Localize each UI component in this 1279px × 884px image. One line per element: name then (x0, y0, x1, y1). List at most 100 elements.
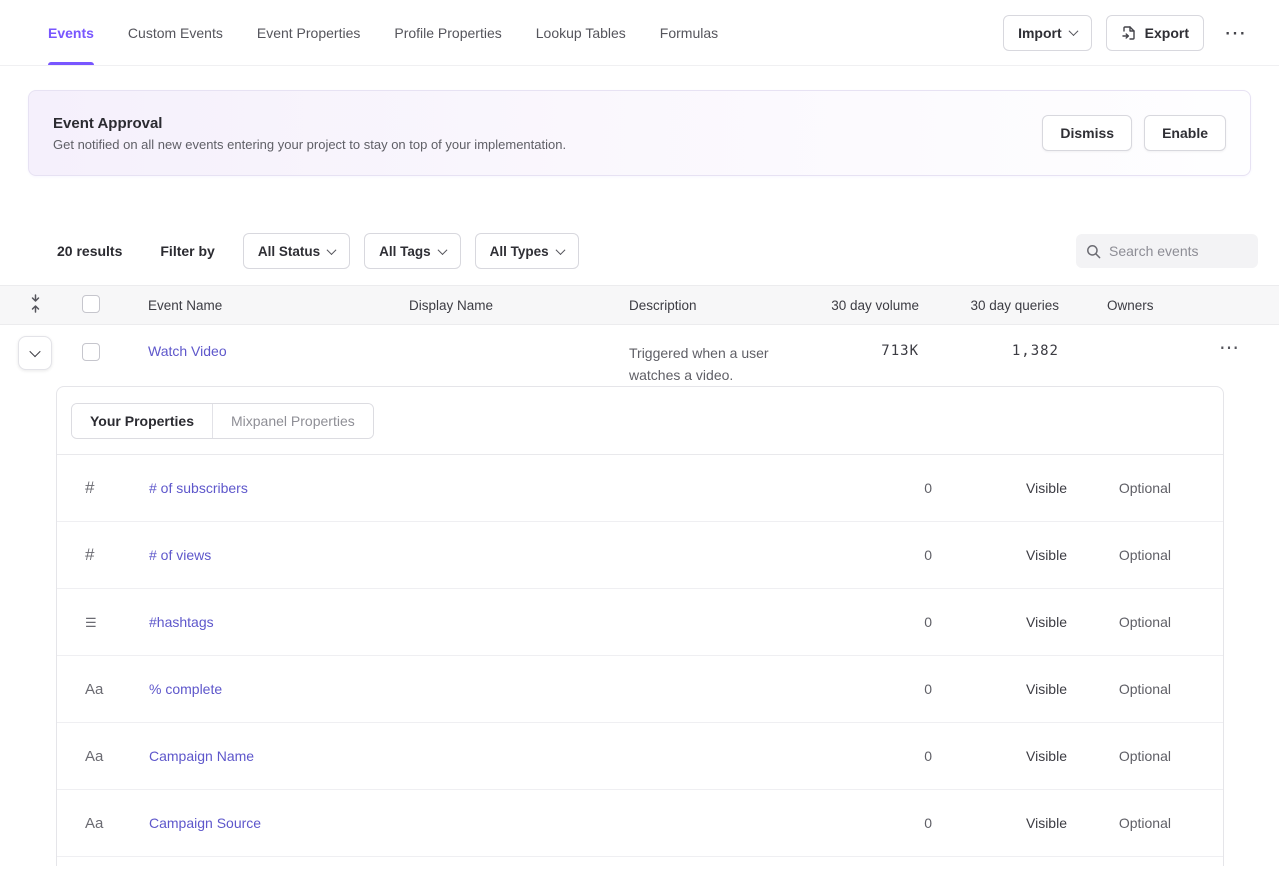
export-button-label: Export (1145, 25, 1189, 41)
banner-text: Event Approval Get notified on all new e… (53, 115, 566, 152)
event-name-cell: Watch Video (148, 325, 409, 359)
row-checkbox-cell (64, 325, 148, 364)
expander-cell (0, 325, 64, 370)
property-row: Aa % complete 0 Visible Optional (57, 656, 1223, 723)
property-count: 0 (747, 547, 932, 563)
property-type-cell: Aa (77, 815, 149, 832)
property-name-link[interactable]: # of views (149, 547, 211, 563)
text-type-icon: Aa (85, 748, 103, 765)
property-requirement[interactable]: Optional (1067, 748, 1171, 764)
property-visibility[interactable]: Visible (932, 815, 1067, 831)
more-options-button[interactable]: ⋯ (1218, 18, 1253, 48)
tab-event-properties[interactable]: Event Properties (257, 0, 361, 65)
property-requirement[interactable]: Optional (1067, 547, 1171, 563)
tab-label: Your Properties (90, 413, 194, 429)
property-name-cell: #hashtags (149, 614, 747, 630)
column-30-day-volume: 30 day volume (829, 298, 939, 313)
tab-formulas[interactable]: Formulas (660, 0, 718, 65)
tab-events[interactable]: Events (48, 0, 94, 65)
filter-dropdowns: All Status All Tags All Types (243, 233, 579, 269)
property-name-link[interactable]: % complete (149, 681, 222, 697)
property-visibility[interactable]: Visible (932, 547, 1067, 563)
import-button[interactable]: Import (1003, 15, 1092, 51)
event-approval-banner: Event Approval Get notified on all new e… (28, 90, 1251, 176)
property-requirement[interactable]: Optional (1067, 614, 1171, 630)
property-row: ☰ #hashtags 0 Visible Optional (57, 589, 1223, 656)
search-box[interactable] (1076, 234, 1258, 268)
row-checkbox[interactable] (82, 343, 100, 361)
status-filter-dropdown[interactable]: All Status (243, 233, 350, 269)
banner-title: Event Approval (53, 115, 566, 132)
property-requirement[interactable]: Optional (1067, 480, 1171, 496)
collapse-all-icon[interactable] (28, 294, 43, 313)
properties-panel-tabs: Your Properties Mixpanel Properties (71, 403, 374, 439)
export-button[interactable]: Export (1106, 15, 1204, 51)
tab-mixpanel-properties[interactable]: Mixpanel Properties (212, 404, 373, 438)
property-visibility[interactable]: Visible (932, 681, 1067, 697)
property-count: 0 (747, 681, 932, 697)
property-requirement[interactable]: Optional (1067, 815, 1171, 831)
property-name-cell: Campaign Source (149, 815, 747, 831)
select-all-checkbox[interactable] (82, 295, 100, 313)
enable-button[interactable]: Enable (1144, 115, 1226, 151)
property-name-cell: Campaign Name (149, 748, 747, 764)
number-type-icon: # (85, 545, 94, 565)
event-name-link[interactable]: Watch Video (148, 343, 227, 359)
property-visibility[interactable]: Visible (932, 748, 1067, 764)
number-type-icon: # (85, 478, 94, 498)
chevron-down-icon (555, 245, 565, 255)
text-type-icon: Aa (85, 815, 103, 832)
property-count: 0 (747, 815, 932, 831)
chevron-down-icon (29, 346, 40, 357)
property-visibility[interactable]: Visible (932, 480, 1067, 496)
dismiss-button[interactable]: Dismiss (1042, 115, 1132, 151)
banner-description: Get notified on all new events entering … (53, 137, 566, 152)
property-row: # # of views 0 Visible Optional (57, 522, 1223, 589)
queries-cell: 1,382 (939, 325, 1079, 359)
property-type-cell: # (77, 478, 149, 498)
nav-actions: Import Export ⋯ (1003, 0, 1279, 65)
select-all-cell (64, 295, 148, 316)
property-name-link[interactable]: Campaign Name (149, 748, 254, 764)
tags-filter-dropdown[interactable]: All Tags (364, 233, 461, 269)
property-visibility[interactable]: Visible (932, 614, 1067, 630)
property-name-link[interactable]: # of subscribers (149, 480, 248, 496)
nav-tabs: Events Custom Events Event Properties Pr… (0, 0, 752, 65)
tab-profile-properties[interactable]: Profile Properties (394, 0, 501, 65)
dropdown-label: All Tags (379, 244, 431, 259)
text-type-icon: Aa (85, 681, 103, 698)
property-requirement[interactable]: Optional (1067, 681, 1171, 697)
tab-custom-events[interactable]: Custom Events (128, 0, 223, 65)
dropdown-label: All Types (490, 244, 549, 259)
results-count: 20 results (57, 243, 122, 259)
events-table-body: Watch Video Triggered when a user watche… (0, 325, 1279, 386)
tab-label: Profile Properties (394, 25, 501, 41)
filter-by-label: Filter by (160, 243, 214, 259)
tab-label: Event Properties (257, 25, 361, 41)
property-type-cell: Aa (77, 748, 149, 765)
export-icon (1121, 25, 1137, 41)
top-nav: Events Custom Events Event Properties Pr… (0, 0, 1279, 66)
tab-label: Mixpanel Properties (231, 413, 355, 429)
list-type-icon: ☰ (85, 615, 97, 631)
property-count: 0 (747, 748, 932, 764)
description-cell: Triggered when a user watches a video. (629, 325, 829, 386)
property-name-link[interactable]: Campaign Source (149, 815, 261, 831)
properties-panel: Your Properties Mixpanel Properties # # … (56, 386, 1224, 866)
event-row: Watch Video Triggered when a user watche… (0, 325, 1279, 386)
display-name-cell (409, 325, 629, 343)
filter-row: 20 results Filter by All Status All Tags… (0, 233, 1279, 269)
tab-lookup-tables[interactable]: Lookup Tables (536, 0, 626, 65)
search-input[interactable] (1109, 243, 1248, 259)
chevron-down-icon (327, 245, 337, 255)
tab-label: Events (48, 25, 94, 41)
types-filter-dropdown[interactable]: All Types (475, 233, 579, 269)
more-icon: ⋯ (1224, 20, 1247, 45)
row-actions-cell: ⋯ (1219, 325, 1279, 360)
row-more-button[interactable]: ⋯ (1219, 335, 1240, 360)
tab-your-properties[interactable]: Your Properties (72, 404, 212, 438)
property-type-cell: Aa (77, 681, 149, 698)
property-name-cell: # of views (149, 547, 747, 563)
collapse-row-button[interactable] (18, 336, 52, 370)
property-name-link[interactable]: #hashtags (149, 614, 214, 630)
